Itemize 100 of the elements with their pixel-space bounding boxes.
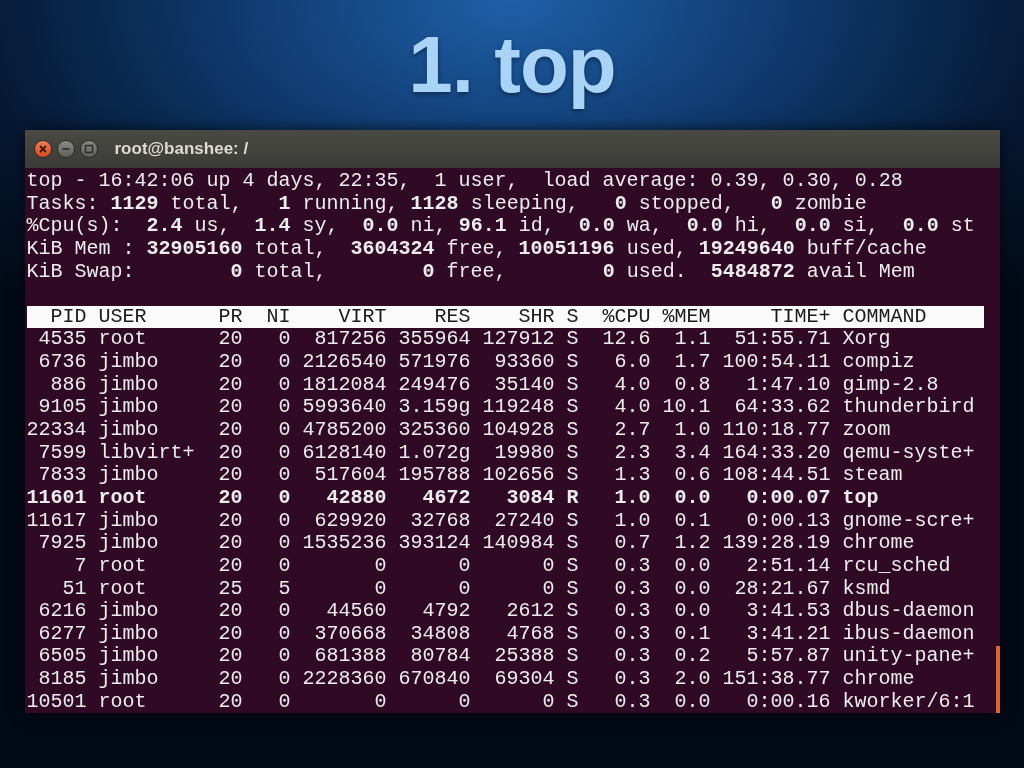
table-cell-text: 6736 xyxy=(37,351,87,374)
table-cell-text: 0.7 xyxy=(613,532,651,555)
table-cell: 249476 xyxy=(398,373,471,397)
table-cell: 5993640 xyxy=(302,396,387,420)
column-header: COMMAND xyxy=(842,305,928,329)
maximize-icon xyxy=(83,144,94,154)
table-cell-text: 886 xyxy=(49,373,87,397)
table-cell: 102656 xyxy=(482,464,555,487)
table-cell-text: 1:47.10 xyxy=(745,373,831,397)
table-cell-text: 20 xyxy=(217,622,243,646)
table-cell-text: 19980 xyxy=(493,441,555,465)
table-cell-text: 681388 xyxy=(313,645,387,669)
table-cell-text: 0 xyxy=(277,532,291,555)
table-cell-text: 0 xyxy=(373,690,387,713)
table-cell: 100:54.11 xyxy=(722,351,831,374)
table-cell: S xyxy=(566,396,579,420)
table-cell-text: jimbo xyxy=(98,464,160,487)
table-cell-text: ksmd xyxy=(842,577,892,601)
table-cell-text: gimp-2.8 xyxy=(842,373,940,397)
column-header: TIME+ xyxy=(769,305,831,329)
table-cell-text: 0 xyxy=(541,690,555,713)
table-cell-text: 0.3 xyxy=(613,645,651,669)
table-cell-text: 20 xyxy=(217,396,243,420)
table-cell: 104928 xyxy=(482,419,555,442)
table-cell-text: jimbo xyxy=(98,351,160,374)
table-cell-text: 20 xyxy=(217,464,243,487)
table-cell: 151:38.77 xyxy=(722,668,831,691)
table-cell: S xyxy=(566,554,579,578)
table-cell-text: 20 xyxy=(217,600,243,623)
table-cell: 325360 xyxy=(398,419,471,442)
close-button[interactable] xyxy=(33,140,52,158)
table-cell-text: 32768 xyxy=(409,509,471,533)
table-cell: S xyxy=(566,532,579,555)
table-cell: S xyxy=(566,668,579,691)
table-cell-text: 1.7 xyxy=(673,351,711,374)
minimize-button[interactable] xyxy=(56,140,75,158)
table-cell-text: 27240 xyxy=(493,509,555,533)
table-cell-text: 2:51.14 xyxy=(745,554,831,578)
table-cell-text: 4768 xyxy=(505,622,555,646)
table-cell-text: 1.0 xyxy=(613,486,651,510)
table-cell-text: 6.0 xyxy=(613,351,651,374)
table-cell-text: 0 xyxy=(373,577,387,601)
table-cell-text: rcu_sched xyxy=(842,554,952,578)
window-title: root@banshee: / xyxy=(114,139,249,159)
maximize-button[interactable] xyxy=(79,140,98,158)
table-cell: 22334 xyxy=(26,419,87,442)
table-cell-text: 0.0 xyxy=(673,577,711,601)
table-cell-text: jimbo xyxy=(98,396,160,420)
summary-line: KiB Swap: 0 total, 0 free, 0 used. 5484872 avail Mem xyxy=(26,260,916,284)
table-cell-text: jimbo xyxy=(98,373,160,397)
table-cell-text: 51 xyxy=(61,577,87,601)
table-cell-text: thunderbird xyxy=(842,396,976,420)
table-cell: S xyxy=(566,328,579,352)
table-cell-text: jimbo xyxy=(98,645,160,669)
table-cell-text: 0 xyxy=(277,622,291,646)
summary-line: %Cpu(s): 2.4 us, 1.4 sy, 0.0 ni, 96.1 id, 0.0 wa, 0.0 hi, 0.0 si, 0.0 st xyxy=(26,215,976,238)
table-cell: 4785200 xyxy=(302,419,387,442)
table-cell: 139:28.19 xyxy=(722,532,831,555)
table-cell-text: 629920 xyxy=(313,509,387,533)
column-header: PR xyxy=(217,305,243,329)
table-cell-text: 3084 xyxy=(505,486,555,510)
summary-line: KiB Mem : 32905160 total, 3604324 free, 10051196 used, 19249640 buff/cache xyxy=(26,237,928,261)
table-cell-text: 0 xyxy=(457,690,471,713)
table-cell-text: 0.3 xyxy=(613,600,651,623)
table-cell-text: root xyxy=(98,486,148,510)
table-cell-text: 0.0 xyxy=(673,554,711,578)
table-cell-text: 20 xyxy=(217,486,243,510)
table-cell-text: 5:57.87 xyxy=(745,645,831,669)
table-cell-text: 0:00.13 xyxy=(745,509,831,533)
table-cell-text: 25 xyxy=(217,577,243,601)
table-cell-text: jimbo xyxy=(98,509,160,533)
table-cell-text: 2.0 xyxy=(673,668,711,691)
table-cell: 393124 xyxy=(398,532,471,555)
table-cell-text: 0 xyxy=(277,554,291,578)
column-header: NI xyxy=(265,305,291,329)
column-header: VIRT xyxy=(337,305,387,329)
table-cell-text: 0 xyxy=(541,577,555,601)
table-cell-text: 0 xyxy=(277,373,291,397)
table-cell: 1.072g xyxy=(398,441,471,465)
table-cell-text: root xyxy=(98,690,148,713)
table-cell-text: 35140 xyxy=(493,373,555,397)
table-cell-text: 0 xyxy=(373,554,387,578)
table-cell-text: 0.0 xyxy=(673,690,711,713)
table-cell-text: 28:21.67 xyxy=(733,577,831,601)
table-cell-text: 20 xyxy=(217,441,243,465)
table-cell: 670840 xyxy=(398,668,471,691)
table-cell: 164:33.20 xyxy=(722,441,831,465)
table-cell-text: 4.0 xyxy=(613,396,651,420)
table-cell-text: 817256 xyxy=(313,328,387,352)
table-cell-text: 20 xyxy=(217,509,243,533)
table-cell-text: jimbo xyxy=(98,622,160,646)
table-cell-text: jimbo xyxy=(98,668,160,691)
table-cell-text: 1.3 xyxy=(613,464,651,487)
table-cell: 571976 xyxy=(398,351,471,374)
scrollbar[interactable] xyxy=(995,646,1000,713)
table-cell-text: 7925 xyxy=(37,532,87,555)
table-cell-text: gnome-scre+ xyxy=(842,509,976,533)
close-icon xyxy=(37,144,48,154)
table-cell-text: 20 xyxy=(217,690,243,713)
table-cell-text: 7833 xyxy=(37,464,87,487)
